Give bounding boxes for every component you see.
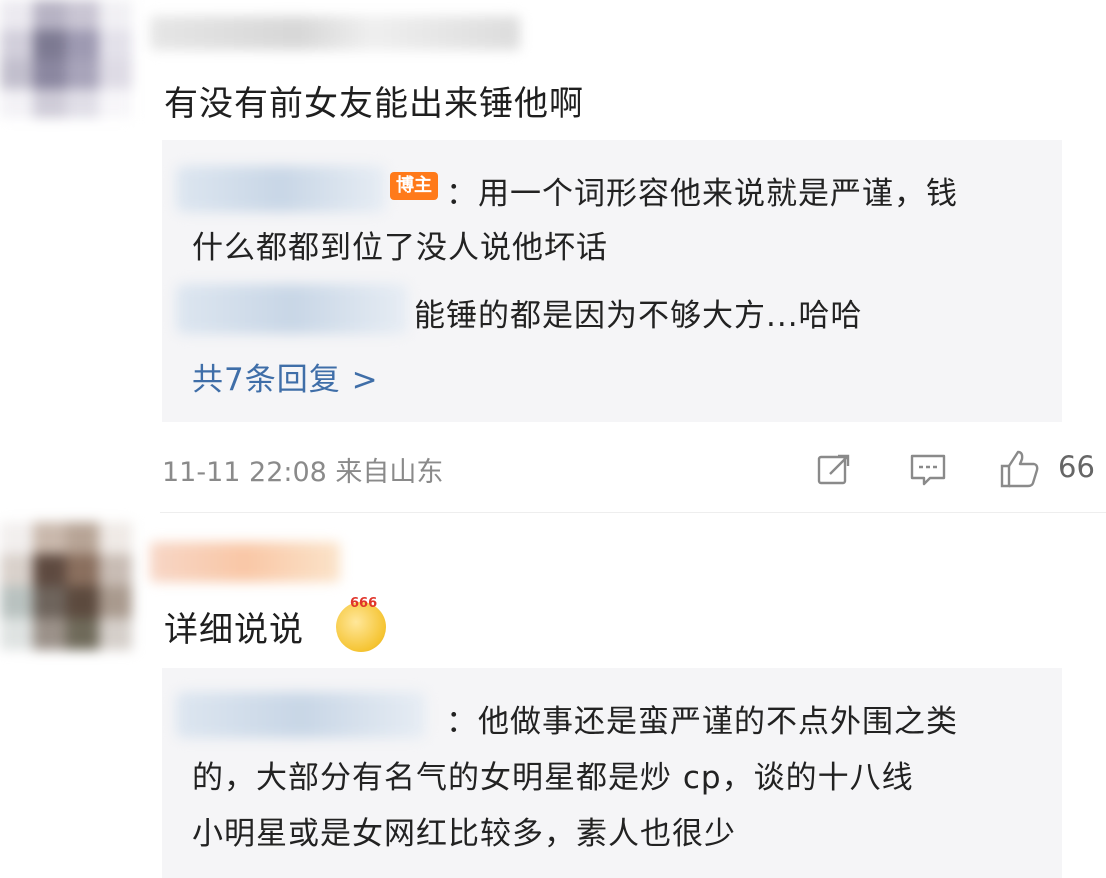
comment-text: 详细说说: [164, 610, 304, 650]
reply-username-redacted[interactable]: [176, 166, 386, 212]
comment-meta: 11-11 22:08 来自山东: [162, 457, 444, 488]
reply-text: ：用一个词形容他来说就是严谨，钱: [446, 176, 958, 212]
reply-text: ：他做事还是蛮严谨的不点外围之类: [446, 704, 958, 740]
username-redacted[interactable]: [150, 16, 520, 50]
reply-text: 什么都都到位了没人说他坏话: [192, 230, 608, 266]
reply-text: 的，大部分有名气的女明星都是炒 cp，谈的十八线: [192, 760, 914, 796]
avatar[interactable]: [0, 522, 132, 650]
emoji-label: 666: [350, 596, 378, 611]
reply-username-redacted[interactable]: [176, 692, 426, 738]
comment-text: 有没有前女友能出来锤他啊: [164, 84, 584, 124]
share-icon[interactable]: [814, 450, 854, 490]
divider: [160, 512, 1106, 513]
avatar[interactable]: [0, 0, 132, 118]
like-count: 66: [1058, 450, 1095, 484]
reply-text: 小明星或是女网红比较多，素人也很少: [192, 816, 736, 852]
like-icon[interactable]: [998, 448, 1042, 490]
reply-text: 能锤的都是因为不够大方...哈哈: [414, 298, 863, 334]
more-replies-link[interactable]: 共7条回复 >: [192, 354, 379, 399]
comment-icon[interactable]: [908, 450, 948, 490]
reply-username-redacted[interactable]: [176, 284, 408, 334]
username-redacted[interactable]: [150, 542, 340, 582]
author-badge: 博主: [390, 172, 438, 200]
